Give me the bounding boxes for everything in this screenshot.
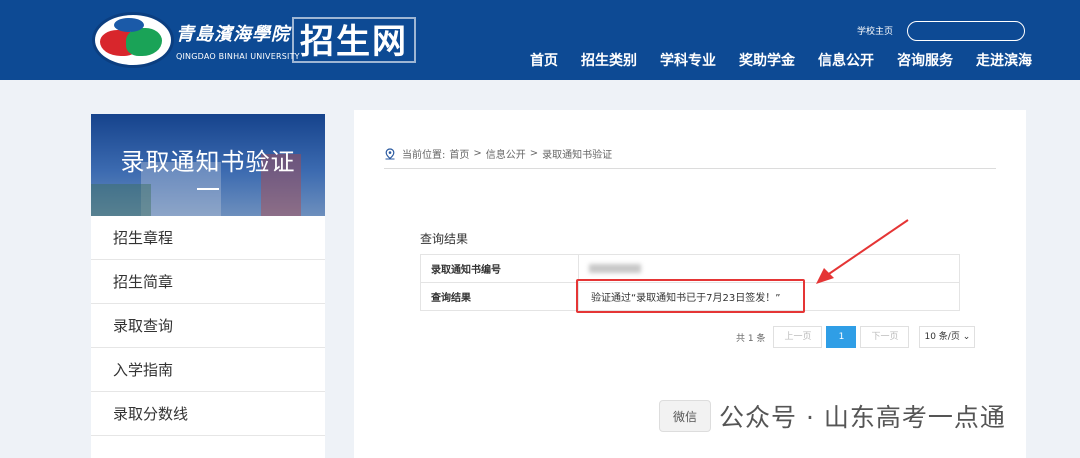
breadcrumb-separator: > (529, 148, 539, 159)
page-number-current[interactable]: 1 (826, 326, 857, 348)
breadcrumb-home[interactable]: 首页 (449, 146, 469, 161)
breadcrumb-separator: > (473, 148, 482, 159)
nav-item-about[interactable]: 走进滨海 (966, 50, 1042, 70)
sidebar-item-admission-query[interactable]: 录取查询 (91, 304, 325, 348)
breadcrumb: 当前位置: 首页 > 信息公开 > 录取通知书验证 (384, 146, 612, 161)
nav-item-scholarships[interactable]: 奖助学金 (729, 50, 805, 70)
site-header: 青島濱海學院 QINGDAO BINHAI UNIVERSITY 招生网 学校主… (0, 0, 1080, 80)
university-emblem-icon (92, 10, 174, 70)
breadcrumb-disclosure[interactable]: 信息公开 (486, 146, 526, 161)
sidebar-banner-title: 录取通知书验证 (120, 148, 296, 176)
page-size-select[interactable]: 10 条/页 ⌄ (919, 326, 976, 348)
breadcrumb-divider (384, 168, 996, 169)
nav-item-majors[interactable]: 学科专业 (650, 50, 726, 70)
location-pin-icon (385, 147, 395, 159)
site-logo[interactable]: 青島濱海學院 QINGDAO BINHAI UNIVERSITY 招生网 (92, 10, 416, 70)
sidebar-item-enrollment-guide[interactable]: 入学指南 (91, 348, 325, 392)
sidebar-item-regulations[interactable]: 招生章程 (91, 216, 325, 260)
breadcrumb-current: 录取通知书验证 (542, 150, 613, 161)
nav-item-categories[interactable]: 招生类别 (571, 50, 647, 70)
nav-item-home[interactable]: 首页 (520, 50, 568, 70)
main-nav: 首页 招生类别 学科专业 奖助学金 信息公开 咨询服务 走进滨海 (520, 50, 1045, 70)
logo-english-name: QINGDAO BINHAI UNIVERSITY (176, 51, 300, 61)
row-label: 查询结果 (420, 282, 579, 311)
sidebar-item-score-lines[interactable]: 录取分数线 (91, 392, 325, 436)
annotation-arrow-icon (816, 219, 909, 284)
site-name: 招生网 (292, 17, 416, 63)
sidebar-item-brochure[interactable]: 招生简章 (91, 260, 325, 304)
redacted-number (589, 263, 641, 273)
page-size-label: 10 条/页 (924, 332, 960, 342)
pagination: 共 1 条 上一页 1 下一页 10 条/页 ⌄ (736, 326, 976, 348)
nav-item-disclosure[interactable]: 信息公开 (808, 50, 884, 70)
watermark-text: 公众号 · 山东高考一点通 (719, 403, 1006, 432)
breadcrumb-prefix: 当前位置: (402, 150, 446, 161)
wechat-icon: 微信 (659, 400, 711, 432)
logo-chinese-name: 青島濱海學院 (176, 23, 290, 45)
school-home-link[interactable]: 学校主页 (857, 24, 893, 37)
sidebar: 录取通知书验证 招生章程 招生简章 录取查询 入学指南 录取分数线 (91, 114, 325, 458)
sidebar-banner: 录取通知书验证 (91, 114, 325, 216)
result-title: 查询结果 (420, 232, 469, 246)
row-label: 录取通知书编号 (420, 254, 579, 283)
pagination-total: 共 1 条 (736, 333, 766, 344)
banner-divider (197, 188, 219, 190)
wechat-watermark: 微信 公众号 · 山东高考一点通 (659, 398, 1006, 434)
prev-page-button[interactable]: 上一页 (773, 326, 823, 348)
verification-result-text: 验证通过“录取通知书已于7月23日签发！” (591, 293, 781, 304)
search-input[interactable] (907, 21, 1025, 41)
nav-item-consulting[interactable]: 咨询服务 (887, 50, 963, 70)
next-page-button[interactable]: 下一页 (860, 326, 910, 348)
